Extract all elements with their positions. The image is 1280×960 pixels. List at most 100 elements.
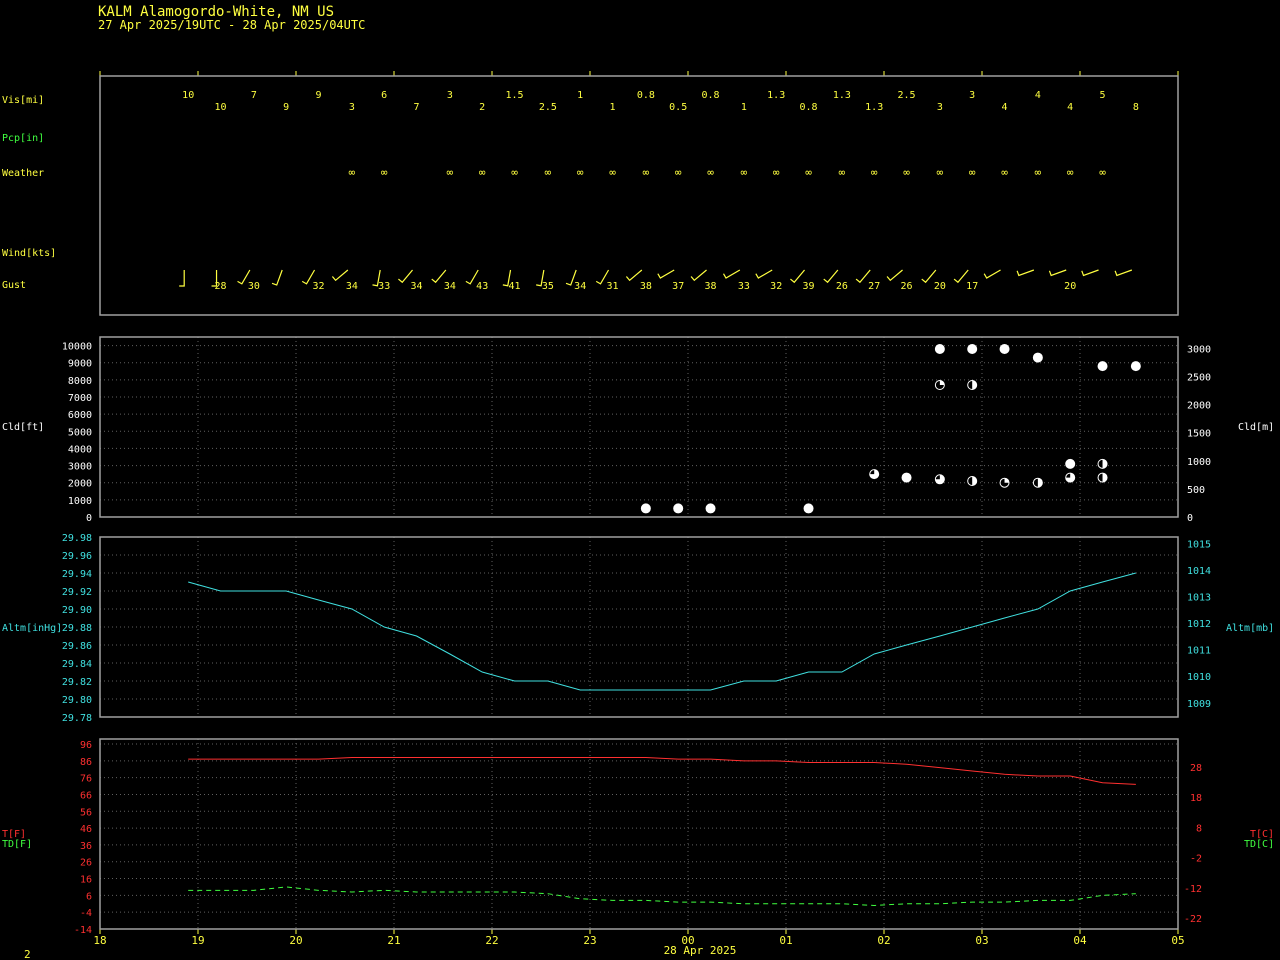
weather-symbol: ∞ <box>479 166 486 179</box>
wind-barb <box>690 269 707 282</box>
gust-value: 34 <box>574 281 586 292</box>
cloud-cover-fill <box>939 380 945 385</box>
weather-symbol: ∞ <box>609 166 616 179</box>
visibility-value: 3 <box>447 90 453 101</box>
wind-barb <box>271 269 283 286</box>
weather-symbol: ∞ <box>741 166 748 179</box>
wind-barb <box>886 269 903 282</box>
gust-value: 32 <box>313 281 325 292</box>
x-tick-label: 02 <box>877 934 890 947</box>
visibility-value: 1.5 <box>506 90 524 101</box>
altm-inhg-tick-label: 29.96 <box>62 551 92 562</box>
altimeter-series-line <box>188 572 1136 691</box>
date-label: 28 Apr 2025 <box>664 944 737 957</box>
cloud-ft-tick-label: 2000 <box>68 479 92 490</box>
x-tick-label: 19 <box>191 934 204 947</box>
weather-symbol: ∞ <box>675 166 682 179</box>
visibility-value: 1.3 <box>767 90 785 101</box>
visibility-value: 4 <box>1002 102 1008 113</box>
gust-value: 34 <box>346 281 358 292</box>
temp-c-tick-label: -2 <box>1190 854 1202 865</box>
cloud-ft-tick-label: 5000 <box>68 427 92 438</box>
weather-symbol: ∞ <box>511 166 518 179</box>
visibility-value: 1 <box>610 102 616 113</box>
weather-symbol: ∞ <box>969 166 976 179</box>
visibility-value: 8 <box>1133 102 1139 113</box>
dewpoint-c-label: TD[C] <box>1244 839 1274 850</box>
gust-row-label: Gust <box>2 280 26 291</box>
x-tick-label: 23 <box>583 934 596 947</box>
altm-mb-tick-label: 1013 <box>1187 592 1211 603</box>
visibility-value: 7 <box>251 90 257 101</box>
visibility-value: 9 <box>283 102 289 113</box>
wind-barb <box>983 269 1001 279</box>
altm-inhg-tick-label: 29.90 <box>62 605 92 616</box>
temp-c-tick-label: 28 <box>1190 763 1202 774</box>
visibility-value: 9 <box>316 90 322 101</box>
weather-symbol: ∞ <box>1067 166 1074 179</box>
cloud-cover-marker <box>705 503 716 514</box>
gust-value: 26 <box>836 281 848 292</box>
x-tick-label: 03 <box>975 934 988 947</box>
altm-inhg-tick-label: 29.88 <box>62 623 92 634</box>
x-tick-label: 01 <box>779 934 792 947</box>
weather-symbol: ∞ <box>381 166 388 179</box>
cloud-ft-label: Cld[ft] <box>2 422 44 433</box>
altm-inhg-tick-label: 29.94 <box>62 569 92 580</box>
temp-f-tick-label: 66 <box>80 790 92 801</box>
cloud-cover-marker <box>673 503 684 514</box>
temp-f-tick-label: 16 <box>80 875 92 886</box>
visibility-value: 10 <box>182 90 194 101</box>
wind-barb <box>1081 269 1099 277</box>
cloud-ft-tick-label: 7000 <box>68 393 92 404</box>
gust-value: 34 <box>444 281 456 292</box>
x-tick-label: 20 <box>289 934 302 947</box>
wind-barb <box>1016 269 1035 277</box>
cloud-ft-tick-label: 0 <box>86 513 92 524</box>
altm-mb-tick-label: 1012 <box>1187 619 1211 630</box>
gust-value: 17 <box>966 281 978 292</box>
temp-f-tick-label: 6 <box>86 891 92 902</box>
temp-f-tick-label: -4 <box>80 908 92 919</box>
cloud-cover-marker <box>999 344 1010 354</box>
cloud-m-label: Cld[m] <box>1238 422 1274 433</box>
x-tick-label: 04 <box>1073 934 1087 947</box>
info-panel-frame <box>99 75 1179 316</box>
altm-inhg-tick-label: 29.92 <box>62 587 92 598</box>
gust-value: 41 <box>509 281 521 292</box>
cloud-m-tick-label: 0 <box>1187 513 1193 524</box>
weather-symbol: ∞ <box>577 166 584 179</box>
cloud-cover-marker <box>934 344 945 354</box>
weather-symbol: ∞ <box>643 166 650 179</box>
weather-symbol: ∞ <box>805 166 812 179</box>
visibility-value: 0.8 <box>637 90 655 101</box>
cloud-ft-tick-label: 3000 <box>68 462 92 473</box>
x-tick-label: 18 <box>93 934 106 947</box>
visibility-value: 0.8 <box>800 102 818 113</box>
altm-mb-tick-label: 1015 <box>1187 539 1211 550</box>
cloud-cover-marker <box>901 472 912 483</box>
x-tick-label: 05 <box>1171 934 1184 947</box>
wind-barb <box>1114 269 1133 277</box>
cloud-cover-marker <box>1097 361 1108 372</box>
dewpoint-f-label: TD[F] <box>2 839 32 850</box>
dewpoint-series-line <box>188 886 1136 906</box>
temp-f-tick-label: -14 <box>74 925 92 936</box>
wind-barb <box>657 269 675 279</box>
altm-mb-tick-label: 1010 <box>1187 672 1211 683</box>
cloud-ft-tick-label: 6000 <box>68 410 92 421</box>
visibility-value: 1.3 <box>865 102 883 113</box>
gust-value: 35 <box>542 281 554 292</box>
temp-f-tick-label: 56 <box>80 807 92 818</box>
temp-f-tick-label: 46 <box>80 824 92 835</box>
corner-label: 2 <box>24 948 31 960</box>
visibility-value: 2.5 <box>539 102 557 113</box>
cloud-ft-tick-label: 8000 <box>68 376 92 387</box>
visibility-value: 4 <box>1067 102 1073 113</box>
cloud-panel-frame <box>99 336 1179 518</box>
visibility-value: 3 <box>349 102 355 113</box>
weather-symbol: ∞ <box>937 166 944 179</box>
cloud-m-tick-label: 1500 <box>1187 429 1211 440</box>
temp-f-tick-label: 76 <box>80 774 92 785</box>
gust-value: 30 <box>248 281 260 292</box>
